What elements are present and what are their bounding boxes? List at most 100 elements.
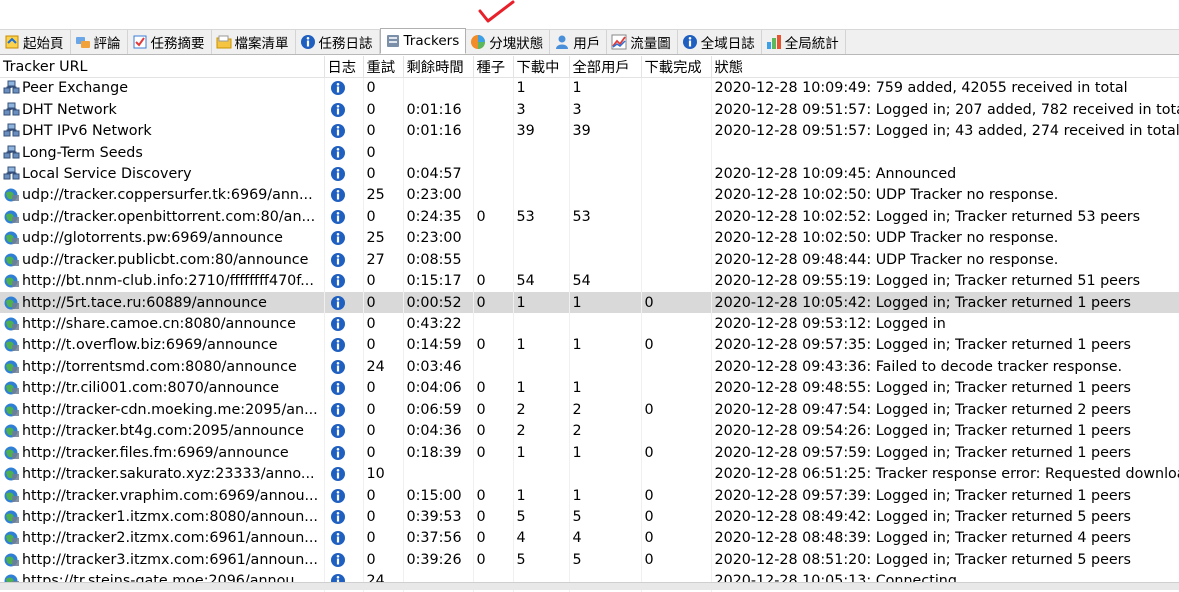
tab-user[interactable]: 用戶 — [550, 30, 608, 54]
column-header[interactable]: 下載完成 — [641, 56, 712, 78]
tab-folder[interactable]: 檔案清單 — [212, 30, 296, 54]
globe-server-icon — [3, 359, 20, 375]
tracker-row[interactable]: udp://tracker.openbittorrent.com:80/an..… — [0, 206, 1179, 228]
tracker-row[interactable]: http://t.overflow.biz:6969/announce 0 0:14… — [0, 334, 1179, 357]
info-icon[interactable] — [330, 337, 346, 353]
column-header[interactable]: 下載中 — [513, 56, 570, 78]
status-cell: 2020-12-28 09:51:57: Logged in; 207 adde… — [711, 98, 1179, 121]
tracker-row[interactable]: http://tracker1.itzmx.com:8080/announ...… — [0, 506, 1179, 528]
downloading-cell: 5 — [513, 506, 570, 528]
info-icon[interactable] — [330, 530, 346, 546]
tab-checklist[interactable]: 任務摘要 — [128, 30, 212, 54]
info-icon[interactable] — [330, 80, 346, 96]
tracker-url: Peer Exchange — [22, 80, 128, 97]
info-icon[interactable] — [330, 166, 346, 182]
tracker-row[interactable]: http://bt.nnm-club.info:2710/ffffffff470… — [0, 270, 1179, 292]
seeds-cell: 0 — [473, 549, 514, 571]
tracker-row[interactable]: DHT IPv6 Network 0 0:01:16 39 39 2020-12-28 0… — [0, 120, 1179, 142]
tracker-row[interactable]: http://tracker.vraphim.com:6969/annou...… — [0, 484, 1179, 507]
tracker-row[interactable]: DHT Network 0 0:01:16 3 3 2020-12-28 09:51:57… — [0, 98, 1179, 121]
tracker-row[interactable]: Peer Exchange 0 1 1 2020-12-28 10:09:49: 759… — [0, 77, 1179, 99]
column-header[interactable]: 剩餘時間 — [403, 56, 474, 78]
info-icon[interactable] — [330, 145, 346, 161]
seeds-cell — [473, 313, 514, 335]
tracker-url: http://tracker1.itzmx.com:8080/announ... — [22, 508, 318, 525]
column-header[interactable]: 日志 — [324, 56, 364, 78]
info-icon[interactable] — [330, 380, 346, 396]
log-cell — [324, 249, 364, 271]
tab-pieces[interactable]: 分塊狀態 — [466, 30, 551, 54]
tracker-row[interactable]: http://tr.cili001.com:8070/announce 0 0:04… — [0, 377, 1179, 400]
tab-home[interactable]: 起始頁 — [0, 30, 71, 54]
globe-server-icon — [3, 509, 20, 525]
column-header[interactable]: 全部用戶 — [569, 56, 642, 78]
peers-cell: 39 — [569, 120, 642, 142]
info-icon[interactable] — [330, 252, 346, 268]
info-icon[interactable] — [330, 423, 346, 439]
tracker-row[interactable]: http://torrentsmd.com:8080/announce 24 0:0… — [0, 356, 1179, 378]
completed-cell: 0 — [641, 334, 712, 357]
tracker-row[interactable]: http://tracker2.itzmx.com:6961/announ...… — [0, 527, 1179, 550]
info-icon[interactable] — [330, 230, 346, 246]
tracker-row[interactable]: http://5rt.tace.ru:60889/announce 0 0:00:5… — [0, 291, 1179, 314]
log-cell — [324, 527, 364, 550]
tracker-row[interactable]: http://tracker.bt4g.com:2095/announce 0 0:… — [0, 420, 1179, 442]
tab-info[interactable]: 全域日誌 — [678, 30, 762, 54]
globe-server-icon — [3, 273, 20, 289]
tracker-row[interactable]: udp://glotorrents.pw:6969/announce 25 0:23… — [0, 227, 1179, 249]
info-icon[interactable] — [330, 552, 346, 568]
tracker-row[interactable]: udp://tracker.publicbt.com:80/announce 27… — [0, 249, 1179, 271]
tracker-row[interactable]: http://tracker-cdn.moeking.me:2095/an...… — [0, 399, 1179, 421]
info-icon[interactable] — [330, 102, 346, 118]
remaining-cell: 0:43:22 — [403, 313, 474, 335]
tracker-row[interactable]: http://tracker.sakurato.xyz:23333/anno..… — [0, 463, 1179, 485]
tracker-url-cell: http://tracker.sakurato.xyz:23333/anno..… — [0, 463, 325, 485]
tab-label: 任務日誌 — [318, 36, 373, 52]
globe-server-icon — [3, 445, 20, 461]
tracker-row[interactable]: Local Service Discovery 0 0:04:57 2020-12-2… — [0, 163, 1179, 185]
completed-cell — [641, 184, 712, 207]
tracker-url: udp://tracker.openbittorrent.com:80/an..… — [22, 208, 316, 225]
column-header[interactable]: Tracker URL — [0, 56, 325, 78]
tracker-row[interactable]: http://tracker3.itzmx.com:6961/announ...… — [0, 549, 1179, 571]
tracker-row[interactable]: udp://tracker.coppersurfer.tk:6969/ann..… — [0, 184, 1179, 207]
tracker-row[interactable]: http://tracker.files.fm:6969/announce 0 0:… — [0, 441, 1179, 464]
tracker-url: http://tracker.vraphim.com:6969/annou... — [22, 487, 319, 504]
tracker-url-cell: DHT Network — [0, 98, 325, 121]
info-icon[interactable] — [330, 402, 346, 418]
tab-stats[interactable]: 全局統計 — [762, 30, 846, 54]
log-cell — [324, 484, 364, 507]
column-header[interactable]: 種子 — [473, 56, 514, 78]
info-icon[interactable] — [330, 316, 346, 332]
downloading-cell: 1 — [513, 484, 570, 507]
remaining-cell: 0:18:39 — [403, 441, 474, 464]
seeds-cell: 0 — [473, 420, 514, 442]
stats-icon — [766, 34, 782, 50]
column-header[interactable]: 重試 — [363, 56, 404, 78]
tracker-row[interactable]: Long-Term Seeds 0 — [0, 141, 1179, 164]
info-icon[interactable] — [330, 509, 346, 525]
log-cell — [324, 441, 364, 464]
tab-server[interactable]: Trackers — [379, 28, 467, 54]
info-icon[interactable] — [330, 466, 346, 482]
tab-comments[interactable]: 評論 — [71, 30, 128, 54]
completed-cell — [641, 313, 712, 335]
tracker-row[interactable]: http://share.camoe.cn:8080/announce 0 0:43… — [0, 313, 1179, 335]
info-icon[interactable] — [330, 359, 346, 375]
info-icon[interactable] — [330, 445, 346, 461]
info-icon[interactable] — [330, 295, 346, 311]
info-icon[interactable] — [330, 187, 346, 203]
seeds-cell — [473, 463, 514, 485]
info-icon[interactable] — [330, 273, 346, 289]
globe-server-icon — [3, 466, 20, 482]
info-icon[interactable] — [330, 209, 346, 225]
seeds-cell: 0 — [473, 484, 514, 507]
tab-info[interactable]: 任務日誌 — [296, 30, 380, 54]
tracker-url: http://tracker3.itzmx.com:6961/announ... — [22, 551, 318, 568]
tracker-url-cell: http://tracker-cdn.moeking.me:2095/an... — [0, 399, 325, 421]
tab-chart[interactable]: 流量圖 — [607, 30, 678, 54]
info-icon[interactable] — [330, 488, 346, 504]
retry-cell: 25 — [363, 227, 404, 249]
info-icon[interactable] — [330, 123, 346, 139]
column-header[interactable]: 狀態 — [711, 56, 1179, 78]
